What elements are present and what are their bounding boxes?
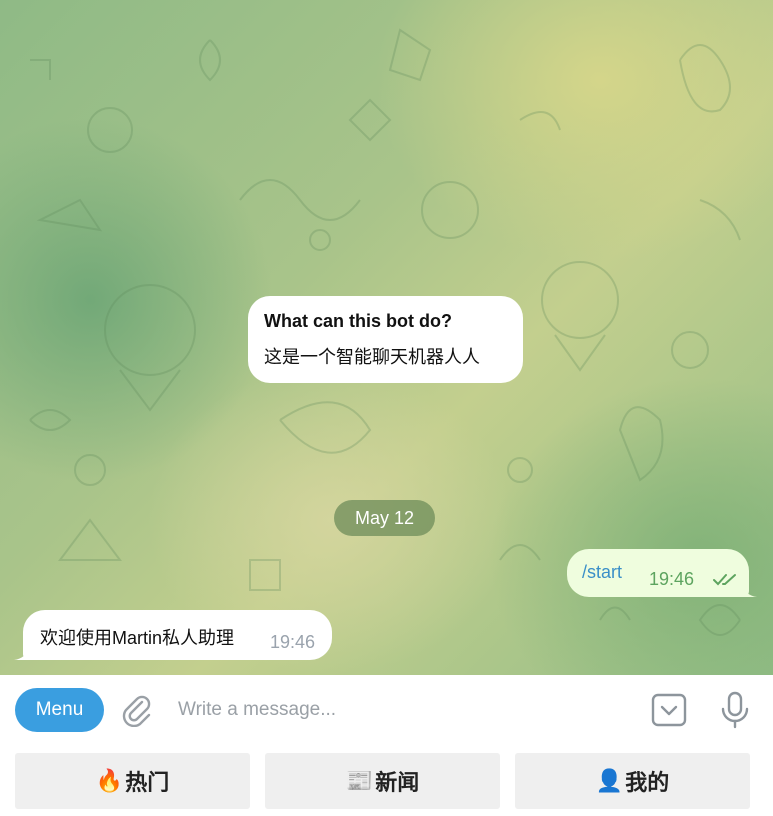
paperclip-icon[interactable] (120, 693, 154, 727)
bot-description-card: What can this bot do? 这是一个智能聊天机器人人 (248, 296, 523, 383)
outgoing-message[interactable]: /start 19:46 (567, 549, 757, 597)
bubble-tail (14, 646, 30, 660)
message-time: 19:46 (649, 569, 695, 589)
user-silhouette-icon: 👤 (595, 768, 624, 794)
bot-description-title: What can this bot do? (264, 311, 452, 331)
keyboard-button-hot[interactable]: 🔥 热门 (15, 753, 250, 809)
fire-icon: 🔥 (95, 768, 124, 794)
message-composer: Menu (0, 675, 773, 745)
microphone-icon[interactable] (719, 691, 751, 729)
bot-reply-keyboard: 🔥 热门 📰 新闻 👤 我的 (0, 745, 773, 816)
keyboard-toggle-icon[interactable] (651, 693, 687, 727)
bot-description-text: 这是一个智能聊天机器人人 (264, 347, 480, 367)
keyboard-button-news[interactable]: 📰 新闻 (265, 753, 500, 809)
keyboard-button-mine[interactable]: 👤 我的 (515, 753, 750, 809)
read-double-check-icon (713, 574, 736, 586)
chat-history[interactable]: What can this bot do? 这是一个智能聊天机器人人 May 1… (0, 0, 773, 675)
keyboard-button-label: 我的 (625, 771, 670, 796)
keyboard-button-label: 新闻 (375, 771, 420, 796)
keyboard-button-label: 热门 (125, 771, 170, 796)
date-divider: May 12 (334, 500, 435, 536)
message-text[interactable]: /start (582, 562, 622, 583)
telegram-chat-window: What can this bot do? 这是一个智能聊天机器人人 May 1… (0, 0, 773, 816)
message-input[interactable] (170, 690, 630, 730)
message-time: 19:46 (270, 632, 316, 652)
message-text: 欢迎使用Martin私人助理 (40, 628, 235, 648)
newspaper-icon: 📰 (345, 768, 374, 794)
bubble-tail (741, 583, 757, 597)
menu-button[interactable]: Menu (15, 688, 104, 732)
incoming-message[interactable]: 欢迎使用Martin私人助理 19:46 (14, 610, 332, 660)
